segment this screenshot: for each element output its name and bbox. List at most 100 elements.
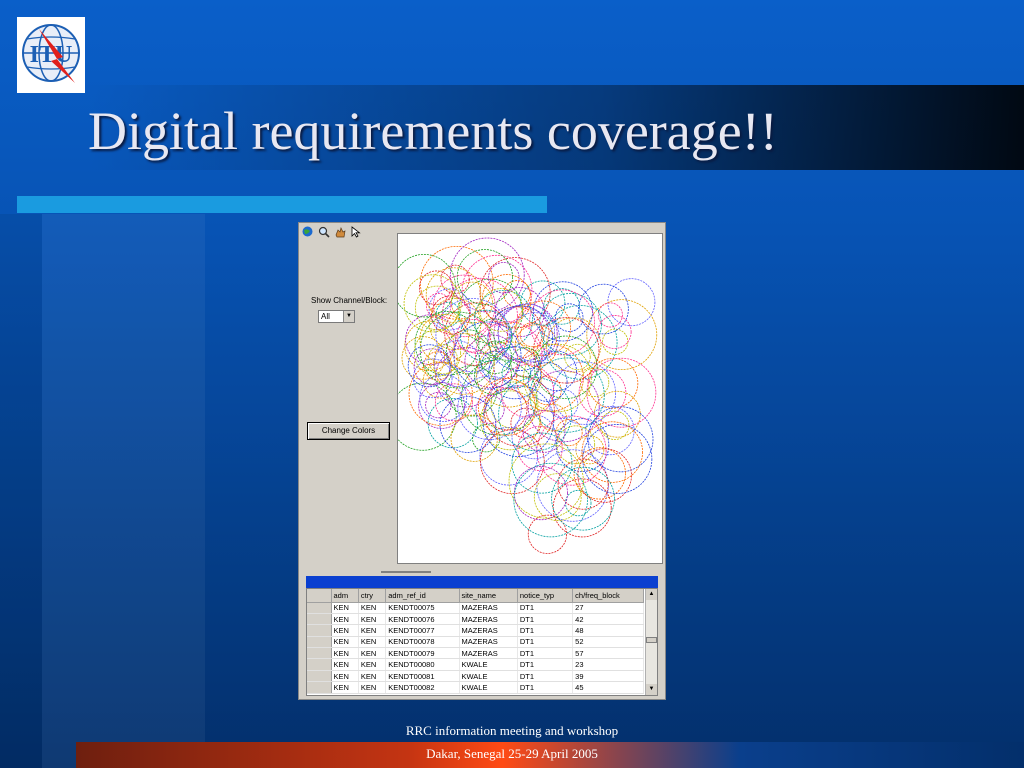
scroll-thumb[interactable]	[646, 637, 657, 643]
coverage-circle	[539, 403, 567, 432]
coverage-circle	[494, 287, 545, 338]
accent-bar	[17, 196, 547, 213]
assignments-grid: adm ctry adm_ref_id site_name notice_typ ch/f…	[306, 588, 658, 696]
table-cell: KEN	[331, 613, 359, 626]
table-cell: DT1	[517, 636, 574, 649]
coverage-circle	[513, 462, 588, 538]
panel-splitter[interactable]	[381, 571, 431, 573]
grid-vertical-scrollbar[interactable]: ▲ ▼	[645, 589, 657, 695]
row-selector[interactable]	[307, 636, 332, 649]
row-selector[interactable]	[307, 647, 332, 660]
table-cell: 52	[572, 636, 644, 649]
footer-location-date: Dakar, Senegal 25-29 April 2005	[426, 746, 598, 761]
zoom-icon[interactable]	[317, 225, 330, 238]
column-header[interactable]: ctry	[358, 589, 387, 603]
table-cell: KENDT00078	[385, 636, 460, 649]
table-cell: KENDT00082	[385, 681, 460, 694]
coverage-circle	[552, 361, 616, 425]
table-row[interactable]: KEN KEN KENDT00079 MAZERAS DT1 57	[307, 647, 644, 660]
coverage-map-canvas	[388, 237, 658, 554]
table-cell: DT1	[517, 681, 574, 694]
coverage-circle	[433, 274, 496, 338]
table-cell: KEN	[331, 658, 359, 671]
table-cell: 57	[572, 647, 644, 660]
table-cell: MAZERAS	[459, 647, 518, 660]
table-cell: MAZERAS	[459, 624, 518, 637]
row-selector[interactable]	[307, 681, 332, 694]
table-row[interactable]: KEN KEN KENDT00080 KWALE DT1 23	[307, 658, 644, 671]
globe-icon[interactable]	[301, 225, 314, 238]
table-cell: DT1	[517, 658, 574, 671]
background-band-mid	[42, 214, 205, 768]
coverage-circle	[439, 396, 497, 453]
table-cell: 27	[572, 602, 644, 614]
column-header[interactable]: notice_typ	[517, 589, 574, 603]
table-row[interactable]: KEN KEN KENDT00075 MAZERAS DT1 27	[307, 602, 644, 614]
table-cell: KENDT00075	[385, 602, 460, 614]
table-cell: DT1	[517, 624, 574, 637]
coverage-map[interactable]	[388, 233, 663, 564]
row-selector[interactable]	[307, 658, 332, 671]
coverage-circle	[552, 478, 612, 538]
table-cell: KEN	[331, 681, 359, 694]
channel-select[interactable]: All ▼	[318, 310, 355, 323]
table-cell: DT1	[517, 602, 574, 614]
table-cell: KEN	[358, 647, 387, 660]
row-selector[interactable]	[307, 624, 332, 637]
table-cell: 39	[572, 670, 644, 683]
coverage-circle	[476, 341, 543, 408]
itu-logo: ITU	[17, 17, 85, 93]
coverage-circle	[585, 405, 635, 456]
table-cell: KEN	[358, 624, 387, 637]
row-selector[interactable]	[307, 613, 332, 626]
chevron-down-icon[interactable]: ▼	[343, 311, 354, 322]
coverage-circle	[475, 394, 505, 424]
coverage-circle	[474, 356, 512, 395]
change-colors-button[interactable]: Change Colors	[307, 422, 390, 440]
coverage-circle	[543, 288, 580, 325]
row-selector[interactable]	[307, 670, 332, 683]
scroll-down-icon[interactable]: ▼	[646, 684, 657, 695]
table-cell: KENDT00081	[385, 670, 460, 683]
coverage-circle	[388, 382, 457, 451]
coverage-circle	[532, 281, 593, 342]
pointer-icon[interactable]	[349, 225, 362, 238]
coverage-circle	[434, 383, 473, 422]
column-header[interactable]: adm_ref_id	[385, 589, 460, 603]
table-cell: DT1	[517, 670, 574, 683]
coverage-circle	[511, 432, 573, 494]
table-cell: 48	[572, 624, 644, 637]
table-cell: 45	[572, 681, 644, 694]
table-cell: MAZERAS	[459, 602, 518, 614]
table-row[interactable]: KEN KEN KENDT00076 MAZERAS DT1 42	[307, 613, 644, 626]
table-cell: KEN	[358, 658, 387, 671]
grid-title-bar	[306, 576, 658, 588]
table-row[interactable]: KEN KEN KENDT00081 KWALE DT1 39	[307, 670, 644, 683]
background-band-left	[0, 214, 42, 768]
pan-icon[interactable]	[333, 225, 346, 238]
column-header[interactable]: site_name	[459, 589, 518, 603]
table-cell: KEN	[331, 636, 359, 649]
table-cell: KENDT00080	[385, 658, 460, 671]
show-channel-label: Show Channel/Block:	[311, 296, 388, 305]
column-header[interactable]: ch/freq_block	[572, 589, 644, 603]
table-cell: DT1	[517, 613, 574, 626]
table-row[interactable]: KEN KEN KENDT00082 KWALE DT1 45	[307, 681, 644, 694]
table-row[interactable]: KEN KEN KENDT00078 MAZERAS DT1 52	[307, 636, 644, 649]
table-cell: KENDT00077	[385, 624, 460, 637]
table-cell: KEN	[331, 624, 359, 637]
column-header[interactable]: adm	[331, 589, 359, 603]
grid-header-row: adm ctry adm_ref_id site_name notice_typ ch/f…	[307, 589, 644, 603]
scroll-up-icon[interactable]: ▲	[646, 589, 657, 600]
coverage-app-window: Show Channel/Block: All ▼ Change Colors …	[298, 222, 666, 700]
table-row[interactable]: KEN KEN KENDT00077 MAZERAS DT1 48	[307, 624, 644, 637]
table-cell: KWALE	[459, 681, 518, 694]
row-selector[interactable]	[307, 602, 332, 614]
table-cell: 23	[572, 658, 644, 671]
coverage-circle	[607, 278, 656, 327]
table-cell: KWALE	[459, 658, 518, 671]
table-cell: KENDT00076	[385, 613, 460, 626]
coverage-circle	[425, 391, 452, 419]
table-cell: KWALE	[459, 670, 518, 683]
table-cell: MAZERAS	[459, 636, 518, 649]
